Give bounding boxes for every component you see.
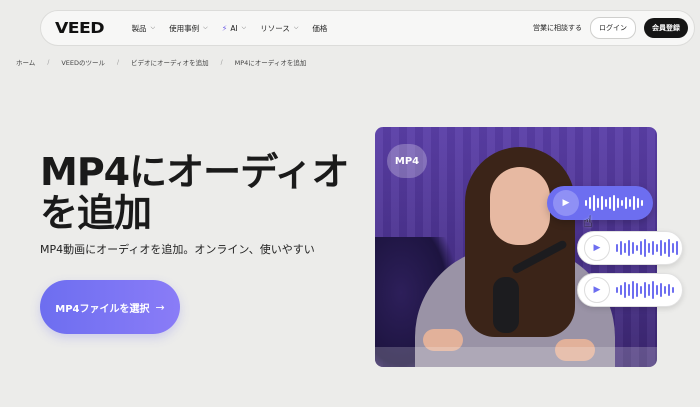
page-subtitle: MP4動画にオーディオを追加。オンライン、使いやすい (40, 243, 315, 256)
waveform-bar (672, 287, 674, 293)
breadcrumb: ホーム / VEEDのツール / ビデオにオーディオを追加 / MP4にオーディ… (16, 57, 307, 68)
waveform-bar (636, 245, 638, 251)
breadcrumb-separator: / (220, 58, 223, 66)
waveform-bar (621, 200, 623, 206)
bolt-icon: ⚡ (221, 23, 228, 33)
waveform-bar (656, 244, 658, 252)
breadcrumb-separator: / (47, 58, 50, 66)
breadcrumb-current-page: MP4にオーディオを追加 (234, 59, 307, 67)
waveform-bar (597, 198, 599, 208)
waveform-bar (660, 240, 662, 256)
arrow-right-icon: → (155, 300, 165, 314)
presenter-face (490, 167, 550, 245)
nav-item-ai[interactable]: ⚡ AI ⌵ (222, 24, 247, 33)
play-icon[interactable]: ▶ (584, 277, 610, 303)
nav-item-products[interactable]: 製品 ⌵ (132, 23, 156, 34)
waveform-bar (636, 283, 638, 297)
waveform-bar (616, 244, 618, 252)
play-icon[interactable]: ▶ (584, 235, 610, 261)
audio-track[interactable]: ▶ (577, 273, 683, 307)
nav-item-pricing[interactable]: 価格 (312, 23, 327, 34)
waveform-bar (648, 284, 650, 296)
waveform-bar (644, 239, 646, 257)
nav-item-label: 使用事例 (169, 23, 200, 33)
top-nav: VEED 製品 ⌵ 使用事例 ⌵ ⚡ AI ⌵ リソース ⌵ 価格 営業に相談す… (40, 10, 695, 46)
play-icon[interactable]: ▶ (553, 190, 579, 216)
waveform-bar (593, 195, 595, 211)
waveform-bar (672, 243, 674, 253)
waveform-bar (625, 197, 627, 209)
nav-item-use-cases[interactable]: 使用事例 ⌵ (169, 23, 208, 34)
waveform-bar (656, 285, 658, 295)
waveform (616, 238, 678, 258)
chevron-down-icon: ⌵ (293, 24, 299, 31)
waveform-bar (609, 197, 611, 209)
waveform-bar (652, 241, 654, 255)
nav-item-label: リソース (260, 23, 290, 33)
waveform-bar (620, 285, 622, 295)
nav-item-label: 製品 (131, 23, 147, 33)
nav-item-label: 価格 (312, 23, 328, 33)
waveform-bar (652, 281, 654, 299)
choose-mp4-file-button[interactable]: MP4ファイルを選択 → (40, 280, 180, 334)
breadcrumb-separator: / (117, 58, 120, 66)
nav-item-resources[interactable]: リソース ⌵ (260, 23, 298, 34)
breadcrumb-add-audio-to-video[interactable]: ビデオにオーディオを追加 (131, 57, 209, 67)
veed-logo[interactable]: VEED (55, 19, 105, 37)
waveform-bar (585, 200, 587, 206)
chevron-down-icon: ⌵ (150, 24, 156, 31)
waveform-bar (605, 199, 607, 207)
waveform-bar (644, 282, 646, 298)
cta-label: MP4ファイルを選択 (55, 303, 150, 315)
mp4-badge: MP4 (387, 144, 427, 178)
audio-track[interactable]: ▶ (577, 231, 683, 265)
waveform-bar (632, 242, 634, 254)
breadcrumb-home[interactable]: ホーム (16, 57, 35, 67)
waveform-bar (640, 241, 642, 255)
chevron-down-icon: ⌵ (203, 24, 208, 31)
waveform-bar (632, 281, 634, 299)
waveform-bar (648, 243, 650, 253)
login-button[interactable]: ログイン (590, 17, 636, 39)
chevron-down-icon: ⌵ (241, 24, 247, 31)
waveform (616, 280, 674, 300)
waveform (585, 193, 643, 213)
breadcrumb-veed-tools[interactable]: VEEDのツール (61, 57, 105, 67)
waveform-bar (640, 286, 642, 294)
waveform-bar (629, 199, 631, 207)
waveform-bar (637, 198, 639, 208)
waveform-bar (624, 243, 626, 253)
waveform-bar (660, 283, 662, 297)
waveform-bar (613, 195, 615, 211)
waveform-bar (616, 287, 618, 293)
pointer-hand-icon: ☝ (583, 212, 593, 231)
audio-track-active[interactable]: ▶ (547, 186, 653, 220)
waveform-bar (641, 200, 643, 206)
page-title: MP4にオーディオを追加 (40, 150, 349, 235)
waveform-bar (628, 240, 630, 256)
microphone-icon (493, 277, 519, 333)
contact-sales-link[interactable]: 営業に相談する (533, 23, 582, 33)
waveform-bar (589, 197, 591, 209)
nav-actions: 営業に相談する ログイン 会員登録 (533, 17, 688, 39)
waveform-bar (617, 198, 619, 208)
waveform-bar (601, 196, 603, 210)
waveform-bar (664, 242, 666, 254)
waveform-bar (624, 282, 626, 298)
waveform-bar (676, 241, 678, 255)
waveform-bar (664, 286, 666, 294)
desk-surface (375, 347, 657, 367)
waveform-bar (628, 284, 630, 296)
signup-button[interactable]: 会員登録 (644, 18, 688, 38)
nav-item-label: AI (230, 23, 238, 33)
waveform-bar (633, 196, 635, 210)
waveform-bar (668, 239, 670, 257)
waveform-bar (668, 284, 670, 296)
waveform-bar (620, 241, 622, 255)
